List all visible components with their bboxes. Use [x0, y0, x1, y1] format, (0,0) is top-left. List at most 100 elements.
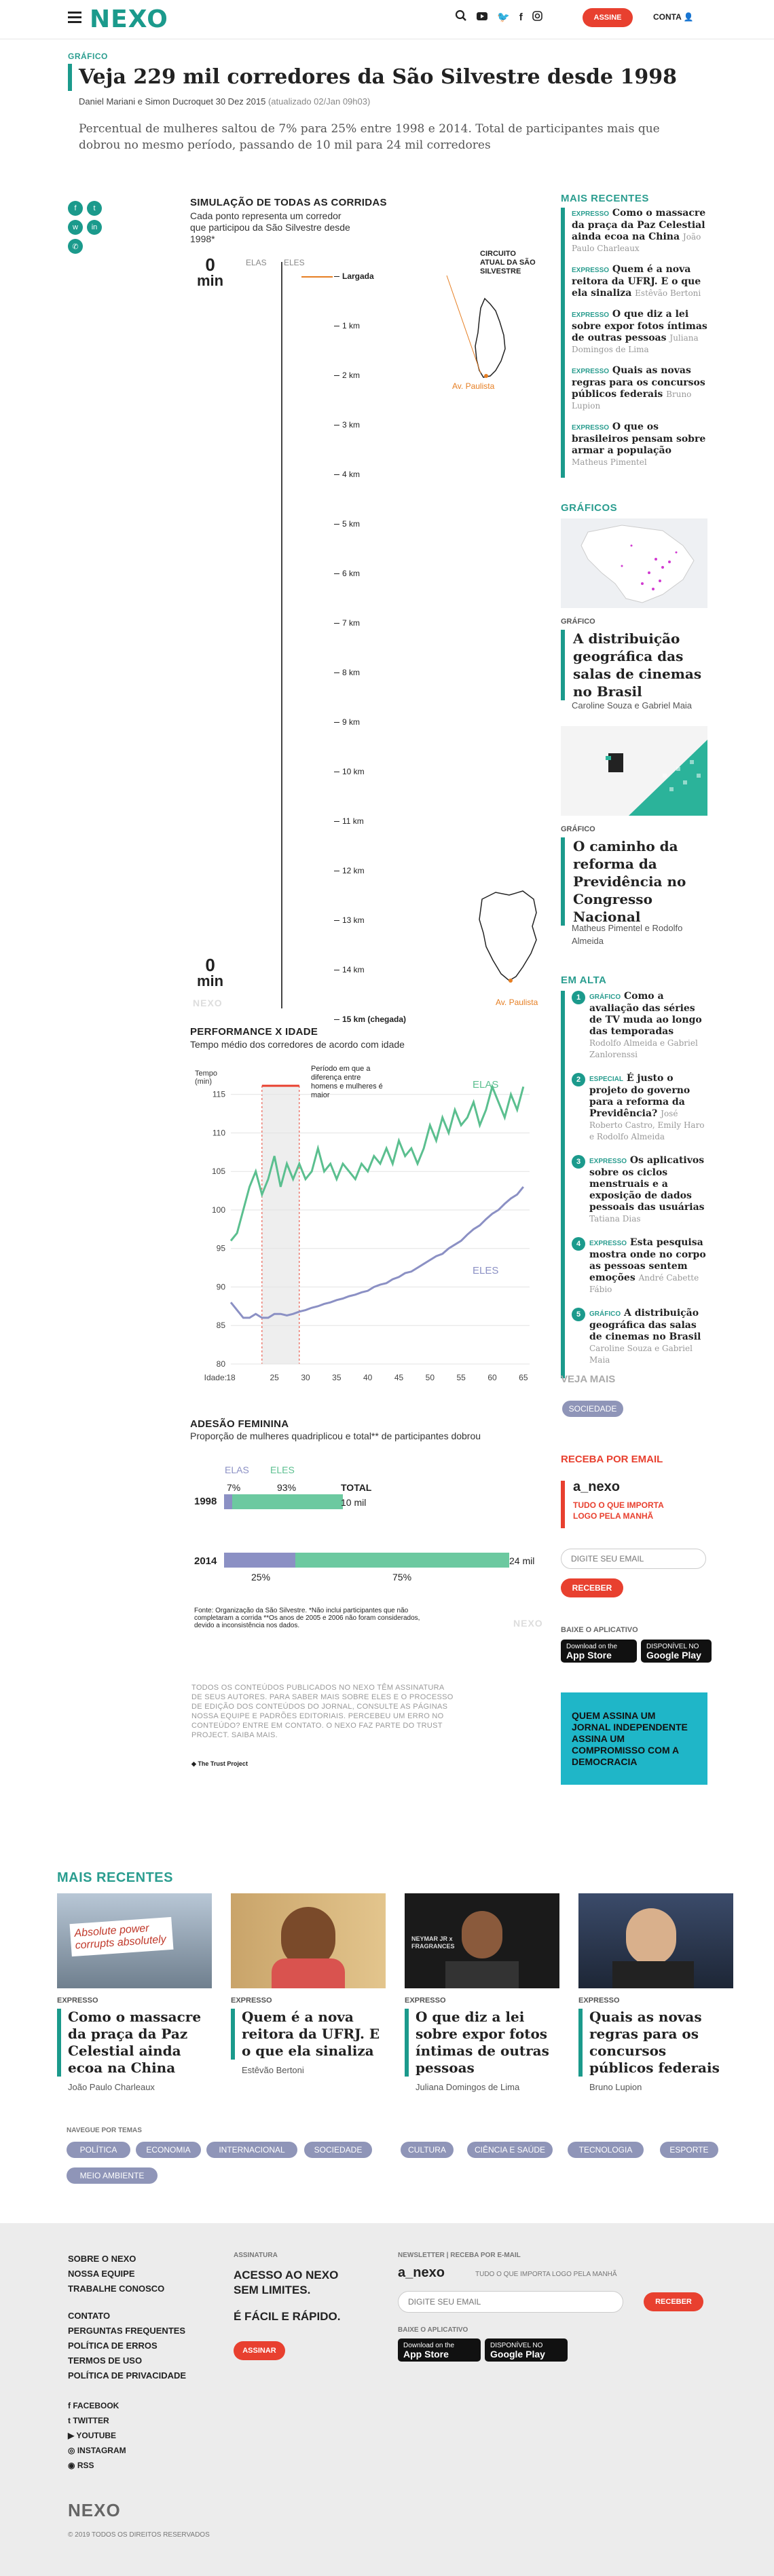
topic-tecnologia[interactable]: TECNOLOGIA [568, 2142, 644, 2158]
recent-card[interactable]: Absolute power corrupts absolutely EXPRE… [57, 1893, 212, 2092]
google-play-badge[interactable]: DISPONÍVEL NO Google Play [641, 1640, 712, 1663]
topic-politica[interactable]: POLÍTICA [67, 2142, 130, 2158]
topic-economia[interactable]: ECONOMIA [136, 2142, 201, 2158]
subscribe-button[interactable]: ASSINE [583, 8, 633, 27]
facebook-share-icon[interactable]: f [68, 201, 83, 216]
footer-link[interactable]: CONTATO [68, 2309, 186, 2324]
timer-bottom: 0 min [197, 955, 223, 989]
km-marker: 3 km [333, 420, 361, 430]
footer-link[interactable]: TERMOS DE USO [68, 2353, 186, 2368]
timer-top-value: 0 [205, 254, 215, 275]
see-more-title: VEJA MAIS [561, 1374, 616, 1385]
x-tick-label: 18 [226, 1373, 236, 1382]
topic-sociedade[interactable]: SOCIEDADE [304, 2142, 372, 2158]
footer-google-play-badge[interactable]: DISPONÍVEL NO Google Play [485, 2338, 568, 2362]
topic-ciencia-saude[interactable]: CIÊNCIA E SAÚDE [467, 2142, 553, 2158]
whatsapp-share-icon-2[interactable]: ✆ [68, 239, 83, 254]
trending-item[interactable]: 1 GRÁFICO Como a avaliação das séries de … [565, 991, 707, 1061]
youtube-icon[interactable] [477, 12, 487, 23]
facebook-icon[interactable]: f [519, 12, 523, 23]
x-tick-label: 35 [332, 1373, 342, 1382]
topic-esporte[interactable]: ESPORTE [660, 2142, 718, 2158]
km-marker: 5 km [333, 519, 361, 529]
footer-link[interactable]: PERGUNTAS FREQUENTES [68, 2324, 186, 2338]
sidebar-recent-item[interactable]: EXPRESSO Quem é a nova reitora da UFRJ. … [572, 264, 707, 299]
rank-badge: 1 [572, 991, 585, 1004]
trending-item[interactable]: 5 GRÁFICO A distribuição geográfica das s… [565, 1308, 707, 1366]
app-store-label: App Store [403, 2349, 449, 2360]
item-tag: ESPECIAL [589, 1076, 624, 1083]
footer-email-submit[interactable]: RECEBER [644, 2292, 703, 2311]
see-more-tag[interactable]: SOCIEDADE [562, 1401, 623, 1417]
sidebar-recent-item[interactable]: EXPRESSO O que diz a lei sobre expor fot… [572, 309, 707, 356]
paulista-label-bottom: Av. Paulista [496, 998, 538, 1007]
y-tick-label: 80 [217, 1359, 226, 1369]
sidebar-recent-item[interactable]: EXPRESSO O que os brasileiros pensam sob… [572, 421, 707, 468]
subscription-promo[interactable]: QUEM ASSINA UM JORNAL INDEPENDENTE ASSIN… [561, 1692, 707, 1785]
newsletter-submit-button[interactable]: RECEBER [561, 1578, 623, 1597]
twitter-icon: t [68, 2416, 71, 2425]
item-tag: EXPRESSO [589, 1240, 627, 1247]
eles-label: ELES [284, 258, 305, 267]
trending-item[interactable]: 2 ESPECIAL É justo o projeto do governo p… [565, 1073, 707, 1143]
app-store-label: App Store [566, 1650, 612, 1661]
topic-cultura[interactable]: CULTURA [401, 2142, 454, 2158]
footer-email-input[interactable] [398, 2291, 623, 2313]
updated-date: (atualizado 02/Jan 09h03) [268, 96, 371, 107]
performance-elas-label: ELAS [473, 1079, 499, 1091]
footer-links-group-1: SOBRE O NEXO NOSSA EQUIPE TRABALHE CONOS… [68, 2252, 164, 2296]
menu-icon[interactable] [68, 12, 81, 23]
newsletter-email-input[interactable] [561, 1549, 706, 1569]
adesao-year-1998: 1998 [194, 1496, 217, 1507]
trust-project-logo[interactable]: ◆ The Trust Project [191, 1760, 248, 1768]
footer-sign-button[interactable]: ASSINAR [234, 2341, 285, 2360]
timer-bottom-value: 0 [205, 955, 215, 975]
sidebar-recent-item[interactable]: EXPRESSO Como o massacre da praça da Paz… [572, 208, 707, 254]
newsletter-name: a_nexo [573, 1479, 620, 1494]
site-logo[interactable]: NEXO [90, 5, 168, 33]
footer-newsletter-label: NEWSLETTER | RECEBA POR E-MAIL [398, 2252, 521, 2259]
x-tick-label: 45 [394, 1373, 404, 1382]
footer-link[interactable]: POLÍTICA DE ERROS [68, 2338, 186, 2353]
footer-link[interactable]: SOBRE O NEXO [68, 2252, 164, 2267]
twitter-icon[interactable]: 🐦 [497, 11, 510, 23]
km-marker: 13 km [334, 915, 365, 925]
facebook-link[interactable]: f FACEBOOK [68, 2398, 126, 2413]
footer-logo[interactable]: NEXO [68, 2500, 121, 2521]
account-link[interactable]: CONTA 👤 [653, 12, 694, 22]
topic-internacional[interactable]: INTERNACIONAL [206, 2142, 297, 2158]
footer-link[interactable]: NOSSA EQUIPE [68, 2267, 164, 2281]
circuit-label: CIRCUITO ATUAL DA SÃO SILVESTRE [480, 250, 536, 276]
graphic-card-title[interactable]: O caminho da reforma da Previdência no C… [561, 837, 707, 926]
previdencia-thumbnail[interactable] [561, 726, 707, 816]
trending-item[interactable]: 3 EXPRESSO Os aplicativos sobre os ciclos… [565, 1155, 707, 1225]
rss-link[interactable]: ◉ RSS [68, 2458, 126, 2473]
graphic-card-title[interactable]: A distribuição geográfica das salas de c… [561, 630, 707, 700]
top-bar: NEXO 🐦 f ASSINE CONTA 👤 [0, 0, 774, 39]
topic-meio-ambiente[interactable]: MEIO AMBIENTE [67, 2167, 158, 2184]
twitter-link[interactable]: t TWITTER [68, 2413, 126, 2428]
recent-card[interactable]: NEYMAR JR x FRAGRANCES EXPRESSO O que di… [405, 1893, 559, 2092]
trending-item[interactable]: 4 EXPRESSO Esta pesquisa mostra onde no c… [565, 1237, 707, 1295]
youtube-link[interactable]: ▶ YOUTUBE [68, 2428, 126, 2443]
app-store-badge[interactable]: Download on the App Store [561, 1640, 637, 1663]
whatsapp-share-icon[interactable]: w [68, 220, 83, 235]
footer-link[interactable]: POLÍTICA DE PRIVACIDADE [68, 2368, 186, 2383]
instagram-link[interactable]: ◎ INSTAGRAM [68, 2443, 126, 2458]
linkedin-share-icon[interactable]: in [87, 220, 102, 235]
twitter-share-icon[interactable]: t [87, 201, 102, 216]
footer-app-store-badge[interactable]: Download on the App Store [398, 2338, 481, 2362]
recent-card[interactable]: EXPRESSO Quais as novas regras para os c… [578, 1893, 733, 2092]
search-icon[interactable] [455, 10, 467, 24]
rank-badge: 2 [572, 1073, 585, 1086]
performance-chart: 80 85 90 95 100 105 110 115 18 25 30 35 40 45 50 55 60 65… [204, 1083, 530, 1382]
recent-card[interactable]: EXPRESSO Quem é a nova reitora da UFRJ. … [231, 1893, 386, 2075]
y-tick-label: 90 [217, 1282, 226, 1291]
trust-project-label: The Trust Project [198, 1760, 248, 1767]
authors[interactable]: Daniel Mariani e Simon Ducroquet [79, 96, 213, 107]
footer-link[interactable]: TRABALHE CONOSCO [68, 2281, 164, 2296]
brazil-map-thumbnail[interactable] [561, 518, 707, 608]
instagram-icon[interactable] [532, 10, 542, 24]
sidebar-recent-item[interactable]: EXPRESSO Quais as novas regras para os c… [572, 365, 707, 412]
adesao-elas-label: ELAS [225, 1464, 249, 1475]
